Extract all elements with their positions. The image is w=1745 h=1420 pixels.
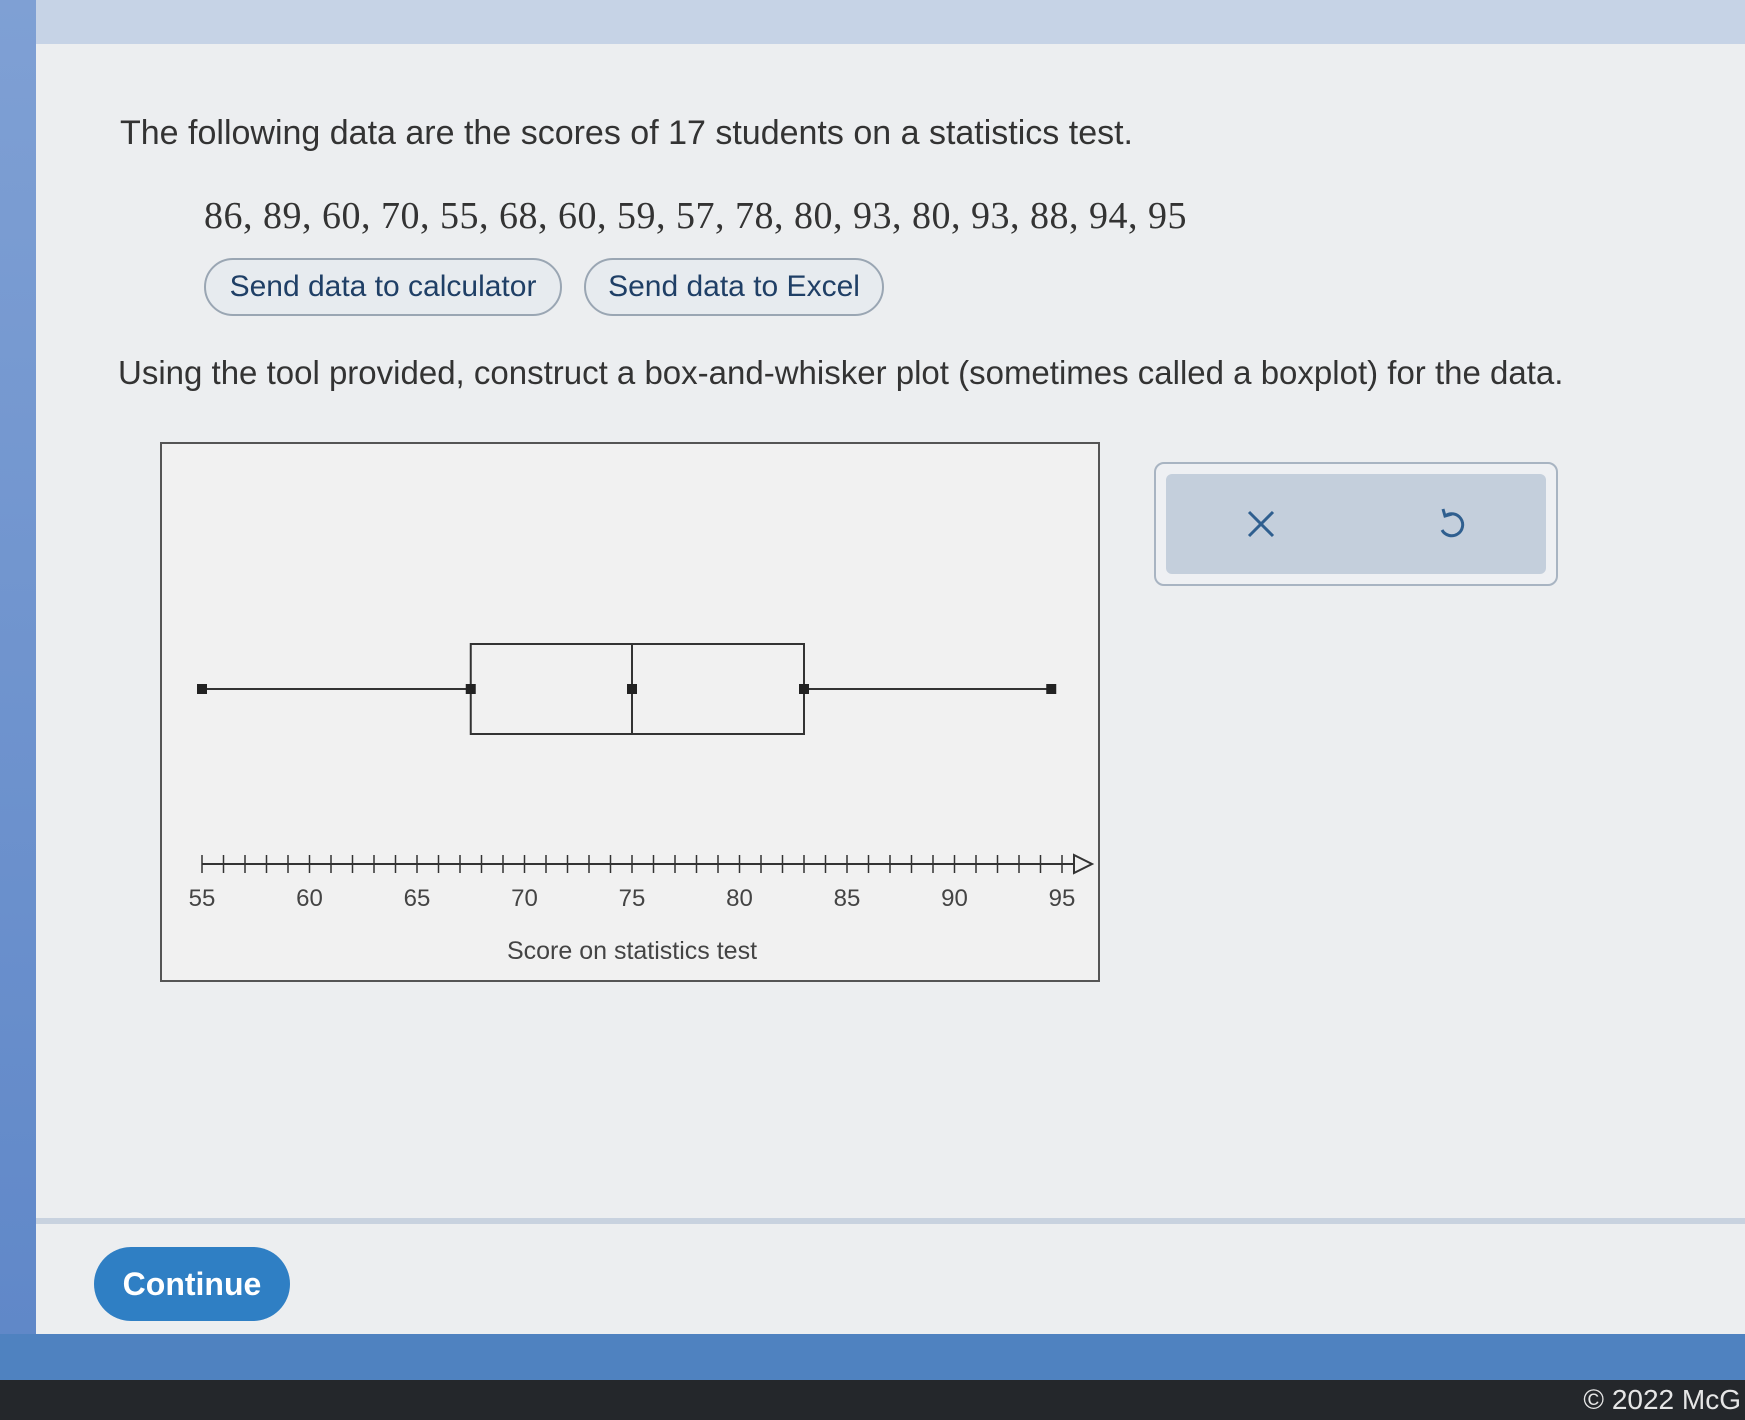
tool-buttons [1166,474,1546,574]
problem-intro: The following data are the scores of 17 … [120,114,1133,152]
continue-button[interactable]: Continue [94,1247,290,1321]
question-page: The following data are the scores of 17 … [36,44,1745,1334]
x-tick-label: 85 [834,885,861,912]
x-tick-label: 90 [941,885,968,912]
close-icon [1247,510,1275,538]
x-tick-label: 55 [189,885,216,912]
instruction-text: Using the tool provided, construct a box… [118,354,1564,391]
q1-handle[interactable] [465,684,476,694]
iqr-box [469,643,805,735]
x-tick-label: 80 [726,885,753,912]
tool-panel [1154,462,1558,586]
x-tick-label: 70 [511,885,538,912]
clear-button[interactable] [1231,494,1291,554]
top-bar [36,0,1745,44]
send-to-excel-button[interactable]: Send data to Excel [584,258,884,316]
median-handle[interactable] [627,684,637,694]
bottom-bar [0,1334,1745,1386]
x-tick-label: 95 [1049,885,1076,912]
undo-icon [1440,508,1465,538]
left-edge [0,0,36,1380]
send-to-calculator-button[interactable]: Send data to calculator [204,258,562,316]
boxplot-svg[interactable]: 55 60 65 70 75 80 85 90 95 Score on statistics te… [162,444,1102,984]
undo-button[interactable] [1421,494,1481,554]
x-axis-title: Score on statistics test [507,937,757,965]
q3-handle[interactable] [799,684,809,694]
footer-divider [36,1218,1745,1224]
x-tick-label: 75 [619,885,646,912]
boxplot-graph[interactable]: 55 60 65 70 75 80 85 90 95 Score on statistics te… [160,442,1100,982]
x-tick-label: 60 [296,885,323,912]
taskbar [0,1380,1745,1420]
copyright-text: © 2022 McG [1583,1384,1741,1415]
x-axis-arrow [1073,853,1095,875]
x-tick-label: 65 [404,885,431,912]
max-handle[interactable] [1046,684,1057,694]
min-handle[interactable] [197,684,207,694]
data-values: 86, 89, 60, 70, 55, 68, 60, 59, 57, 78, … [204,195,1187,237]
